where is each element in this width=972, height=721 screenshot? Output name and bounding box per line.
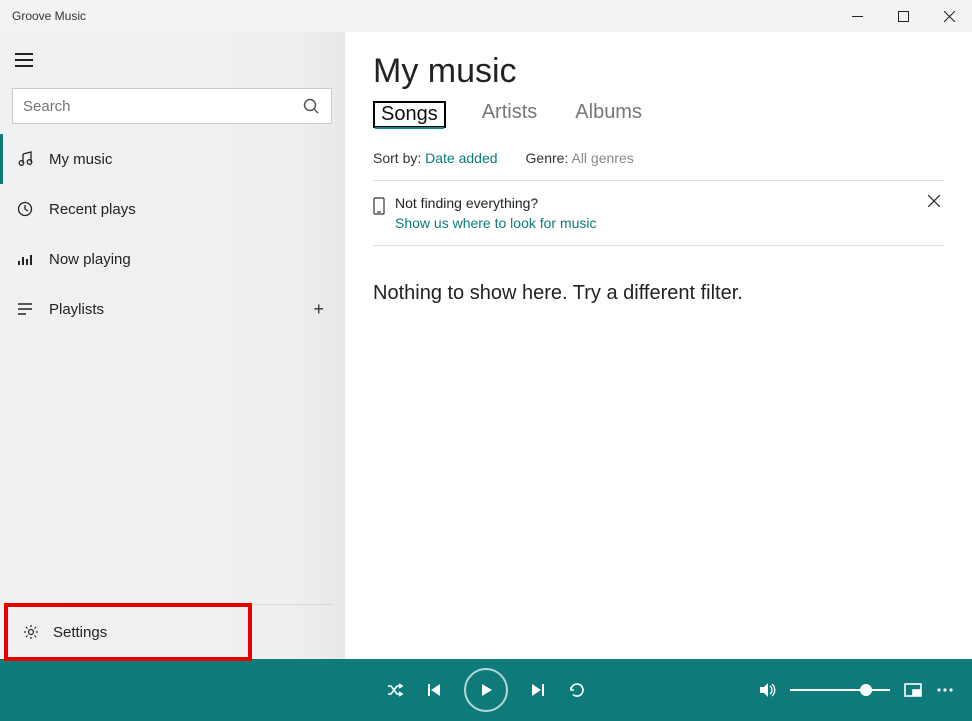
info-question: Not finding everything? <box>395 195 914 211</box>
music-note-icon <box>15 151 35 167</box>
more-button[interactable] <box>936 687 954 693</box>
sort-bar: Sort by: Date added Genre: All genres <box>373 150 944 181</box>
page-title: My music <box>373 52 944 91</box>
gear-icon <box>23 624 39 640</box>
genre-value: All genres <box>571 150 633 166</box>
maximize-button[interactable] <box>880 0 926 32</box>
device-icon <box>373 197 385 215</box>
volume-slider[interactable] <box>790 689 890 691</box>
main-content: My music Songs Artists Albums Sort by: D… <box>345 32 972 659</box>
add-playlist-icon[interactable]: + <box>313 299 324 320</box>
sort-by-label: Sort by: <box>373 150 421 166</box>
previous-button[interactable] <box>426 682 442 698</box>
playlist-icon <box>15 301 35 317</box>
sidebar-item-settings[interactable]: Settings <box>8 607 248 657</box>
info-link[interactable]: Show us where to look for music <box>395 215 914 231</box>
tab-albums[interactable]: Albums <box>573 101 644 128</box>
dismiss-info-button[interactable] <box>924 195 944 207</box>
search-box[interactable] <box>12 88 332 124</box>
app-title: Groove Music <box>0 9 86 23</box>
sidebar-item-now-playing[interactable]: Now playing <box>0 234 344 284</box>
next-button[interactable] <box>530 682 546 698</box>
tab-artists[interactable]: Artists <box>480 101 540 128</box>
repeat-button[interactable] <box>568 681 586 699</box>
hamburger-button[interactable] <box>0 40 48 80</box>
equalizer-icon <box>15 251 35 267</box>
volume-knob[interactable] <box>860 684 872 696</box>
sidebar: My music Recent plays Now playing Playli… <box>0 32 345 659</box>
clock-icon <box>15 201 35 217</box>
player-bar <box>0 659 972 721</box>
miniplayer-button[interactable] <box>904 683 922 697</box>
sidebar-item-playlists[interactable]: Playlists + <box>0 284 344 334</box>
tabs: Songs Artists Albums <box>373 101 944 128</box>
search-icon[interactable] <box>291 98 331 114</box>
sidebar-item-my-music[interactable]: My music <box>0 134 344 184</box>
minimize-button[interactable] <box>834 0 880 32</box>
settings-highlight: Settings <box>4 603 252 661</box>
sidebar-item-label: Playlists <box>49 301 104 318</box>
window-controls <box>834 0 972 32</box>
volume-button[interactable] <box>758 681 776 699</box>
sort-by[interactable]: Sort by: Date added <box>373 150 498 166</box>
play-button[interactable] <box>464 668 508 712</box>
info-box: Not finding everything? Show us where to… <box>373 181 944 246</box>
sort-by-value: Date added <box>425 150 497 166</box>
sidebar-item-label: Settings <box>53 624 107 641</box>
genre-filter[interactable]: Genre: All genres <box>526 150 634 166</box>
title-bar: Groove Music <box>0 0 972 32</box>
sidebar-item-label: Recent plays <box>49 201 136 218</box>
shuffle-button[interactable] <box>386 681 404 699</box>
tab-songs[interactable]: Songs <box>373 101 446 128</box>
sidebar-item-recent-plays[interactable]: Recent plays <box>0 184 344 234</box>
search-input[interactable] <box>13 98 291 115</box>
empty-message: Nothing to show here. Try a different fi… <box>373 282 944 305</box>
genre-label: Genre: <box>526 150 569 166</box>
close-button[interactable] <box>926 0 972 32</box>
sidebar-item-label: My music <box>49 151 112 168</box>
sidebar-item-label: Now playing <box>49 251 131 268</box>
